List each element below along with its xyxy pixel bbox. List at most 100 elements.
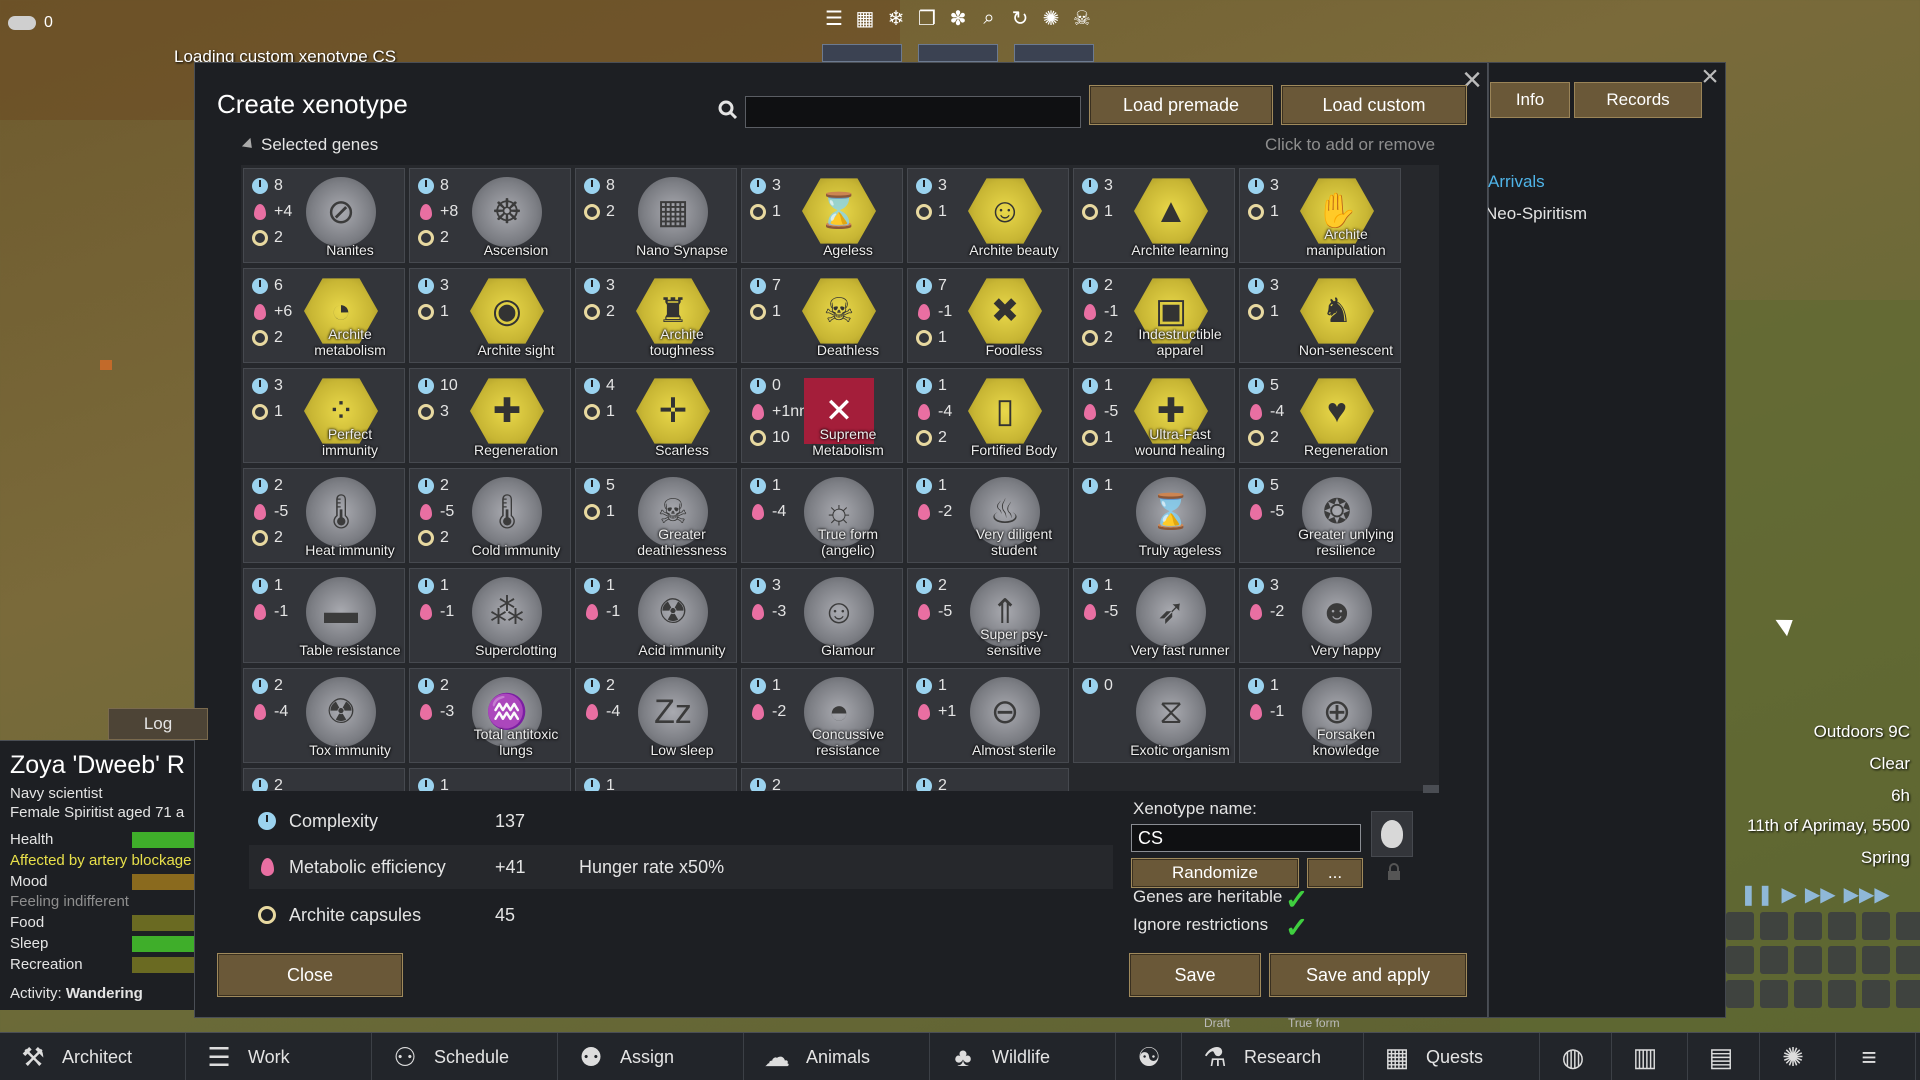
- gene-card[interactable]: 5 1 ☠ Greater deathlessness: [575, 468, 737, 563]
- selected-genes-header[interactable]: Selected genes: [241, 135, 378, 155]
- gene-card[interactable]: 2 -5 ⇑ Super psy-sensitive: [907, 568, 1069, 663]
- gene-card[interactable]: 3 -3 ☺ Glamour: [741, 568, 903, 663]
- setting-icon[interactable]: [1896, 912, 1920, 940]
- zoom-icon[interactable]: ⌕: [977, 6, 1001, 30]
- setting-icon[interactable]: [1896, 946, 1920, 974]
- genes-heritable-toggle[interactable]: Genes are heritable: [1133, 887, 1282, 907]
- gene-card[interactable]: 1 -2 ◓ Concussive resistance: [741, 668, 903, 763]
- flower-icon[interactable]: ✽: [946, 6, 970, 30]
- gene-card[interactable]: 1 -4 2 ▯ Fortified Body: [907, 368, 1069, 463]
- gene-card[interactable]: 8 2 ▦ Nano Synapse: [575, 168, 737, 263]
- close-button[interactable]: Close: [217, 953, 403, 997]
- info-close-icon[interactable]: ×: [1697, 62, 1723, 92]
- gene-card[interactable]: 1: [409, 768, 571, 791]
- setting-icon[interactable]: [1862, 912, 1890, 940]
- gene-card[interactable]: 3 1 ⁘ Perfect immunity: [243, 368, 405, 463]
- gene-card[interactable]: 7 1 ☠ Deathless: [741, 268, 903, 363]
- more-button[interactable]: ...: [1307, 858, 1363, 888]
- gene-card[interactable]: 2: [741, 768, 903, 791]
- settings-icon[interactable]: ✺: [1039, 6, 1063, 30]
- gene-card[interactable]: 1 -5 1 ✚ Ultra-Fast wound healing: [1073, 368, 1235, 463]
- gene-card[interactable]: 4 1 ✛ Scarless: [575, 368, 737, 463]
- restrictions-check-icon[interactable]: ✓: [1285, 914, 1311, 942]
- tab-factions[interactable]: ▤: [1688, 1033, 1760, 1080]
- map-item[interactable]: [100, 360, 112, 370]
- search-input[interactable]: [745, 96, 1081, 128]
- gene-card[interactable]: 2: [243, 768, 405, 791]
- gene-card[interactable]: 8 +4 2 ⊘ Nanites: [243, 168, 405, 263]
- setting-icon[interactable]: [1760, 946, 1788, 974]
- gene-card[interactable]: 2 -5 2 🌡 Cold immunity: [409, 468, 571, 563]
- gene-card[interactable]: 2 -3 ♒ Total antitoxic lungs: [409, 668, 571, 763]
- setting-icon[interactable]: [1896, 980, 1920, 1008]
- xenotype-icon-button[interactable]: [1371, 811, 1413, 857]
- gene-card[interactable]: 0 ⧖ Exotic organism: [1073, 668, 1235, 763]
- fast-icon[interactable]: ▶▶: [1805, 882, 1836, 907]
- colonist-portrait[interactable]: [822, 44, 902, 62]
- tab-animals[interactable]: ☁ Animals: [744, 1033, 930, 1080]
- load-custom-button[interactable]: Load custom: [1281, 85, 1467, 125]
- colonist-portrait[interactable]: [918, 44, 998, 62]
- gene-card[interactable]: 7 -1 1 ✖ Foodless: [907, 268, 1069, 363]
- tab-wildlife[interactable]: ♣ Wildlife: [930, 1033, 1116, 1080]
- save-and-apply-button[interactable]: Save and apply: [1269, 953, 1467, 997]
- gene-card[interactable]: 3 -2 ☻ Very happy: [1239, 568, 1401, 663]
- gene-card[interactable]: 0 +1nn 10 ✕ Supreme Metabolism: [741, 368, 903, 463]
- gene-card[interactable]: 5 -4 2 ♥ Regeneration: [1239, 368, 1401, 463]
- gene-card[interactable]: 2 -4 Zz Low sleep: [575, 668, 737, 763]
- tab-records[interactable]: Records: [1574, 82, 1702, 118]
- setting-icon[interactable]: [1862, 946, 1890, 974]
- superfast-icon[interactable]: ▶▶▶: [1844, 882, 1890, 907]
- tab-ideology[interactable]: ☯: [1116, 1033, 1182, 1080]
- gene-card[interactable]: 6 +6 2 ◔ Archite metabolism: [243, 268, 405, 363]
- tab-menu[interactable]: ≡: [1836, 1033, 1916, 1080]
- tab-info[interactable]: Info: [1490, 82, 1570, 118]
- copy-icon[interactable]: ❐: [915, 6, 939, 30]
- setting-icon[interactable]: [1726, 980, 1754, 1008]
- gene-card[interactable]: 2: [907, 768, 1069, 791]
- play-icon[interactable]: ▶: [1782, 882, 1797, 907]
- gene-card[interactable]: 1 -1 ▬ Table resistance: [243, 568, 405, 663]
- gene-card[interactable]: 1 -1 ⊕ Forsaken knowledge: [1239, 668, 1401, 763]
- gene-card[interactable]: 1 -2 ♨ Very diligent student: [907, 468, 1069, 563]
- gene-card[interactable]: 2 -4 ☢ Tox immunity: [243, 668, 405, 763]
- setting-icon[interactable]: [1828, 980, 1856, 1008]
- gene-card[interactable]: 1 +1 ⊖ Almost sterile: [907, 668, 1069, 763]
- gene-card[interactable]: 1 ⌛ Truly ageless: [1073, 468, 1235, 563]
- gene-card[interactable]: 10 3 ✚ Regeneration: [409, 368, 571, 463]
- setting-icon[interactable]: [1760, 980, 1788, 1008]
- gene-card[interactable]: 3 1 ♞ Non-senescent: [1239, 268, 1401, 363]
- gene-card[interactable]: 5 -5 ❂ Greater unlying resilience: [1239, 468, 1401, 563]
- colonist-portrait[interactable]: [1014, 44, 1094, 62]
- skull-icon[interactable]: ☠: [1070, 6, 1094, 30]
- gene-card[interactable]: 8 +8 2 ☸ Ascension: [409, 168, 571, 263]
- gene-card[interactable]: 2 -5 2 🌡 Heat immunity: [243, 468, 405, 563]
- scrollbar[interactable]: [1423, 785, 1439, 793]
- load-premade-button[interactable]: Load premade: [1089, 85, 1273, 125]
- setting-icon[interactable]: [1726, 946, 1754, 974]
- pause-icon[interactable]: ❚❚: [1740, 882, 1774, 907]
- gene-card[interactable]: 3 1 ◉ Archite sight: [409, 268, 571, 363]
- heritable-check-icon[interactable]: ✓: [1285, 886, 1311, 914]
- gene-card[interactable]: 2 -1 2 ▣ Indestructible apparel: [1073, 268, 1235, 363]
- tab-assign[interactable]: ⚉ Assign: [558, 1033, 744, 1080]
- save-button[interactable]: Save: [1129, 953, 1261, 997]
- gene-card[interactable]: 1 -1 ⁂ Superclotting: [409, 568, 571, 663]
- setting-icon[interactable]: [1794, 912, 1822, 940]
- tab-history[interactable]: ▥: [1612, 1033, 1688, 1080]
- tab-world[interactable]: ◍: [1540, 1033, 1612, 1080]
- gene-card[interactable]: 3 1 ✋ Archite manipulation: [1239, 168, 1401, 263]
- tab-architect[interactable]: ⚒ Architect: [0, 1033, 186, 1080]
- grid-icon[interactable]: ▦: [853, 6, 877, 30]
- setting-icon[interactable]: [1794, 980, 1822, 1008]
- setting-icon[interactable]: [1794, 946, 1822, 974]
- setting-icon[interactable]: [1862, 980, 1890, 1008]
- setting-icon[interactable]: [1760, 912, 1788, 940]
- list-icon[interactable]: ☰: [822, 6, 846, 30]
- gene-card[interactable]: 1 -5 ➶ Very fast runner: [1073, 568, 1235, 663]
- gene-card[interactable]: 3 1 ☺ Archite beauty: [907, 168, 1069, 263]
- randomize-button[interactable]: Randomize: [1131, 858, 1299, 888]
- tab-quests[interactable]: ▦ Quests: [1364, 1033, 1540, 1080]
- refresh-icon[interactable]: ↻: [1008, 6, 1032, 30]
- gene-card[interactable]: 1 -4 ☼ True form (angelic): [741, 468, 903, 563]
